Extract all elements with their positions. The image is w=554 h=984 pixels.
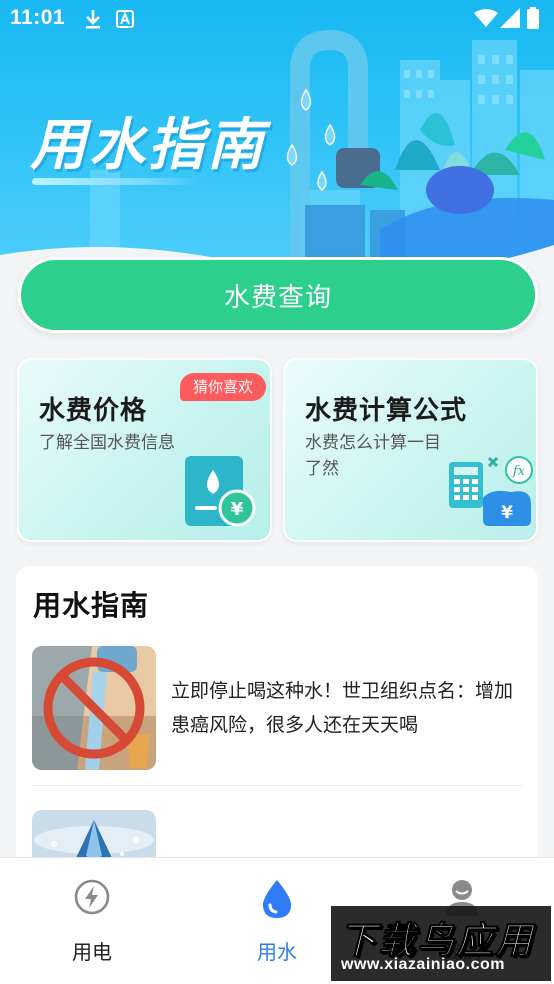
svg-text:fx: fx bbox=[512, 464, 526, 479]
download-icon bbox=[86, 10, 100, 29]
status-bar: 11:01 bbox=[0, 0, 554, 40]
wifi-icon bbox=[474, 9, 498, 27]
tab-water[interactable]: 用水 bbox=[207, 858, 347, 984]
water-price-icon: ¥ bbox=[185, 456, 256, 527]
svg-text:¥: ¥ bbox=[501, 503, 513, 523]
article-item[interactable]: 立即停止喝这种水！世卫组织点名：增加患癌风险，很多人还在天天喝 bbox=[32, 646, 522, 770]
signal-icon bbox=[500, 8, 520, 28]
water-price-card[interactable]: 水费价格 了解全国水费信息 猜你喜欢 ¥ bbox=[17, 358, 272, 542]
battery-icon bbox=[527, 7, 539, 29]
divider bbox=[32, 785, 522, 786]
guide-title: 用水指南 bbox=[33, 589, 150, 622]
water-guide-panel: 用水指南 立即停止喝这种水！世卫组织点名：增加患癌风险，很多人还在天天喝 bbox=[16, 566, 538, 886]
lightning-icon bbox=[74, 879, 110, 915]
card-subtitle: 水费怎么计算一目了然 bbox=[305, 433, 441, 479]
a-notification-icon bbox=[116, 10, 134, 28]
tab-label: 用水 bbox=[257, 940, 297, 964]
card-title: 水费价格 bbox=[39, 396, 148, 426]
banner-underline bbox=[32, 178, 197, 185]
water-bill-formula-card[interactable]: 水费计算公式 水费怎么计算一目了然 fx ¥ bbox=[283, 358, 538, 542]
watermark-url: www.xiazainiao.com bbox=[341, 956, 506, 973]
tab-label: 用电 bbox=[72, 940, 112, 964]
no-drinking-water-image bbox=[32, 646, 156, 770]
card-title: 水费计算公式 bbox=[305, 396, 468, 426]
water-bill-query-button[interactable]: 水费查询 bbox=[18, 257, 538, 333]
tab-electricity[interactable]: 用电 bbox=[22, 858, 162, 984]
water-drop-icon bbox=[262, 880, 292, 918]
header-banner: 用水指南 bbox=[0, 0, 554, 300]
banner-title: 用水指南 bbox=[30, 113, 266, 178]
article-title: 立即停止喝这种水！世卫组织点名：增加患癌风险，很多人还在天天喝 bbox=[171, 680, 514, 736]
site-watermark: 下载鸟应用 www.xiazainiao.com bbox=[331, 906, 551, 981]
recommend-badge: 猜你喜欢 bbox=[179, 373, 266, 401]
calculator-formula-icon: fx ¥ bbox=[449, 456, 533, 526]
status-time: 11:01 bbox=[10, 6, 66, 29]
svg-text:¥: ¥ bbox=[231, 499, 244, 520]
